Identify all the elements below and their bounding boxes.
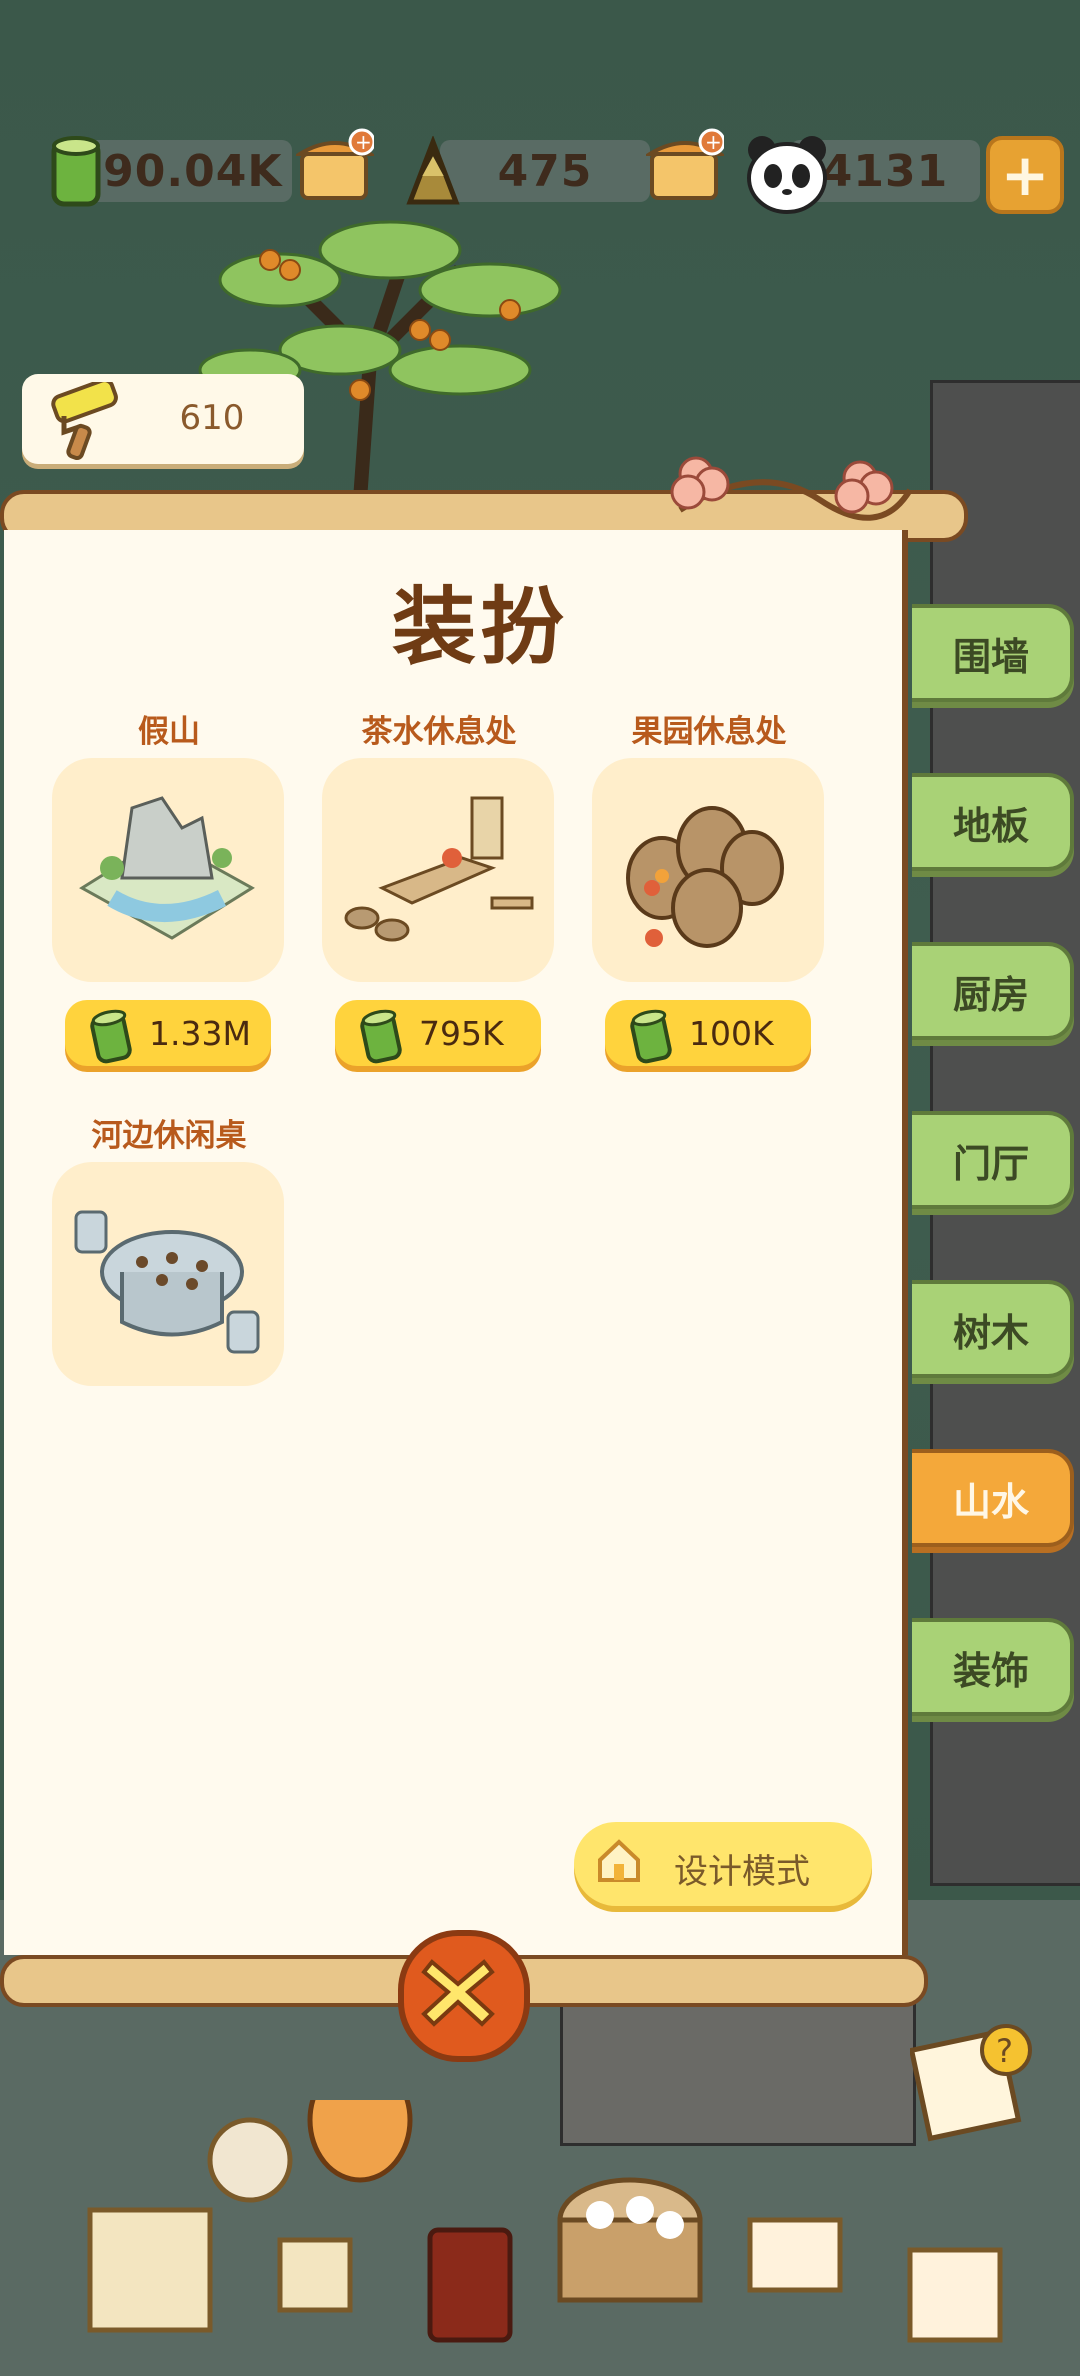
price-amount: 1.33M [149, 1014, 251, 1053]
item-thumb-riverside-table[interactable] [52, 1162, 284, 1386]
tab-label: 厨房 [952, 972, 1029, 1017]
tab-kitchen[interactable]: 厨房 [912, 942, 1074, 1040]
svg-text:+: + [705, 130, 722, 154]
restaurant-props [87, 2100, 1003, 2343]
bamboo-icon [630, 1009, 672, 1064]
tab-lobby[interactable]: 门厅 [912, 1111, 1074, 1209]
price-amount: 795K [419, 1014, 504, 1053]
tab-label: 山水 [952, 1479, 1029, 1524]
tab-trees[interactable]: 树木 [912, 1280, 1074, 1378]
design-mode-button[interactable]: 设计模式 [574, 1822, 872, 1906]
shoot-shop-button[interactable]: + [646, 128, 724, 206]
rockery-image [79, 796, 255, 940]
paint-roller-icon [51, 382, 118, 461]
add-panda-button[interactable]: + [986, 136, 1064, 214]
item-name-riverside-table: 河边休闲桌 [91, 1118, 247, 1154]
item-thumb-tea-rest-area[interactable] [322, 758, 554, 982]
close-icon [421, 1959, 495, 2027]
item-thumb-rockery[interactable] [52, 758, 284, 982]
price-button-rockery[interactable]: 1.33M [65, 1000, 271, 1066]
shoot-amount: 475 [497, 145, 593, 197]
tab-wall[interactable]: 围墙 [912, 604, 1074, 702]
panel-title: 装扮 [391, 578, 568, 676]
notepad-help: ? [910, 2024, 1032, 2142]
bamboo-icon [51, 136, 101, 207]
tab-floor[interactable]: 地板 [912, 773, 1074, 871]
svg-text:+: + [355, 130, 372, 154]
paint-roller-counter: 610 [22, 374, 304, 464]
tab-label: 装饰 [952, 1648, 1029, 1693]
tab-label: 树木 [952, 1310, 1029, 1355]
tab-label: 地板 [952, 803, 1029, 848]
riverside-table-image [74, 1210, 260, 1354]
bamboo-icon [360, 1009, 402, 1064]
tab-decoration[interactable]: 装饰 [912, 1618, 1074, 1716]
shoot-counter: 475 [440, 140, 650, 202]
blossom-vine [670, 456, 913, 521]
roller-amount: 610 [179, 398, 245, 438]
price-button-orchard-rest-area[interactable]: 100K [605, 1000, 811, 1066]
tea-rest-area-image [344, 796, 534, 942]
bamboo-icon [90, 1009, 132, 1064]
item-name-orchard-rest-area: 果园休息处 [631, 714, 787, 750]
price-button-tea-rest-area[interactable]: 795K [335, 1000, 541, 1066]
orchard-rest-area-image [626, 806, 784, 948]
design-mode-label: 设计模式 [674, 1852, 810, 1892]
house-icon [598, 1839, 640, 1882]
bamboo-shop-button[interactable]: + [296, 128, 374, 206]
item-name-tea-rest-area: 茶水休息处 [361, 714, 517, 750]
bamboo-shoot-icon [406, 136, 460, 205]
resource-bar: 490.04K + 475 + 4131 + [0, 128, 1080, 220]
tab-label: 门厅 [952, 1141, 1029, 1186]
price-amount: 100K [689, 1014, 774, 1053]
item-thumb-orchard-rest-area[interactable] [592, 758, 824, 982]
tab-label: 围墙 [952, 634, 1029, 679]
panda-icon [747, 136, 827, 214]
plus-icon: + [1000, 141, 1050, 209]
panda-amount: 4131 [821, 145, 949, 197]
close-button[interactable] [398, 1930, 530, 2062]
item-name-rockery: 假山 [138, 714, 200, 750]
tab-landscape[interactable]: 山水 [912, 1449, 1074, 1547]
svg-text:?: ? [996, 2032, 1013, 2070]
